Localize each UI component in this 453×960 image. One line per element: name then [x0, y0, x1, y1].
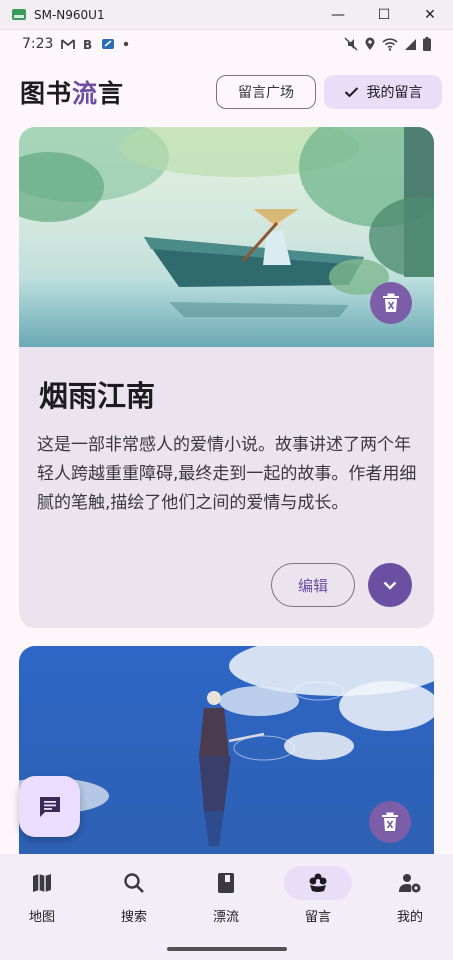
nav-label-drift: 漂流: [212, 910, 239, 925]
news-icon: [102, 39, 115, 49]
chevron-down-icon: [383, 581, 397, 590]
app-header: 图书流言 留言广场 我的留言: [0, 58, 453, 126]
home-indicator[interactable]: [167, 947, 287, 951]
edit-button[interactable]: 编辑: [271, 563, 355, 607]
close-button[interactable]: ✕: [407, 0, 453, 30]
nav-label-messages: 留言: [304, 910, 331, 925]
flower-icon: [309, 873, 327, 892]
person-settings-icon: [399, 874, 421, 893]
message-card[interactable]: 烟雨江南 这是一部非常感人的爱情小说。故事讲述了两个年轻人跨越重重障碍,最终走到…: [19, 127, 434, 628]
delete-button[interactable]: [370, 282, 412, 324]
app-title-part3: 言: [98, 79, 125, 108]
check-icon: [344, 87, 358, 98]
nav-item-profile[interactable]: 我的: [370, 866, 450, 936]
message-text: 这是一部非常感人的爱情小说。故事讲述了两个年轻人跨越重重障碍,最终走到一起的故事…: [37, 435, 417, 513]
delete-icon: [382, 812, 398, 831]
my-messages-button[interactable]: 我的留言: [324, 75, 442, 109]
window-title: SM-N960U1: [34, 7, 105, 22]
wifi-icon: [382, 37, 398, 51]
bottom-navigation: 地图 搜索 漂流 留言 我的: [0, 854, 453, 960]
book-icon: [218, 873, 234, 893]
signal-icon: [405, 38, 416, 50]
book-cover-image: [19, 127, 434, 347]
gmail-icon: [61, 38, 76, 49]
nav-label-map: 地图: [28, 910, 55, 925]
message-square-button[interactable]: 留言广场: [216, 75, 316, 109]
new-message-fab[interactable]: [19, 776, 80, 837]
message-card[interactable]: [19, 646, 434, 854]
app-window-icon: [12, 9, 26, 20]
my-messages-label: 我的留言: [366, 85, 423, 101]
maximize-button[interactable]: ☐: [361, 0, 407, 30]
app-title: 图书流言: [20, 74, 124, 110]
nav-item-drift[interactable]: 漂流: [186, 866, 266, 936]
location-icon: [365, 37, 375, 50]
map-icon: [33, 874, 51, 892]
message-feed[interactable]: 烟雨江南 这是一部非常感人的爱情小说。故事讲述了两个年轻人跨越重重障碍,最终走到…: [0, 126, 453, 854]
dot-icon: [124, 41, 129, 47]
nav-label-profile: 我的: [396, 910, 423, 925]
nav-label-search: 搜索: [120, 910, 147, 925]
nav-item-search[interactable]: 搜索: [94, 866, 174, 936]
nav-item-messages[interactable]: 留言: [278, 866, 358, 936]
message-icon: [39, 797, 60, 817]
minimize-button[interactable]: —: [315, 0, 361, 30]
active-indicator: [284, 866, 352, 900]
svg-text:B: B: [83, 38, 92, 50]
b-icon: B: [83, 38, 92, 50]
book-cover-image: [19, 646, 434, 854]
expand-button[interactable]: [368, 563, 412, 607]
window-title-bar: SM-N960U1 — ☐ ✕: [0, 0, 453, 30]
status-bar: 7:23 B: [0, 30, 453, 58]
mute-icon: [344, 37, 358, 51]
status-time: 7:23: [22, 36, 54, 52]
delete-icon: [383, 293, 399, 312]
book-title: 烟雨江南: [39, 379, 156, 413]
app-title-part1: 图书: [20, 79, 73, 108]
battery-icon: [423, 37, 431, 51]
app-title-accent: 流: [72, 79, 99, 108]
delete-button[interactable]: [369, 801, 411, 843]
nav-item-map[interactable]: 地图: [2, 866, 82, 936]
search-icon: [124, 873, 144, 893]
